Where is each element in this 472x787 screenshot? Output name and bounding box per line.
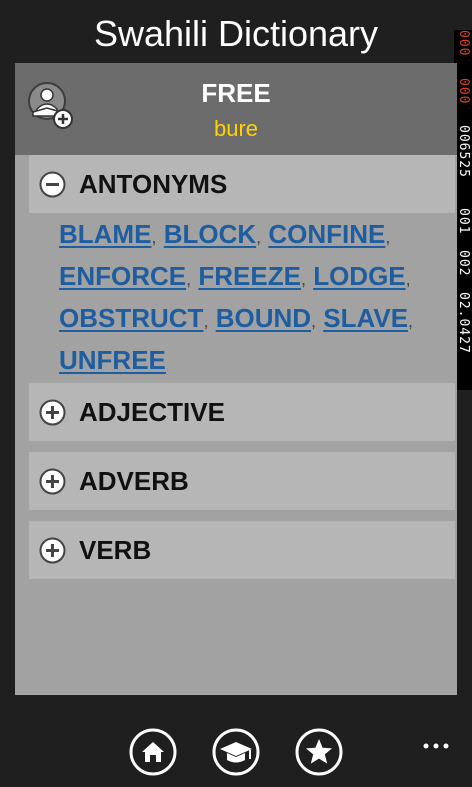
translation: bure — [213, 116, 259, 141]
headword: FREE — [201, 78, 271, 108]
section-verb[interactable]: VERB — [29, 521, 455, 579]
more-icon — [423, 743, 449, 749]
more-button[interactable] — [421, 738, 451, 754]
section-label: VERB — [79, 535, 152, 565]
antonym-link[interactable]: LODGE — [313, 261, 405, 291]
collapse-icon — [39, 171, 66, 198]
section-label: ANTONYMS — [79, 169, 228, 199]
home-button[interactable] — [129, 728, 177, 776]
word-header: FREE bure — [15, 63, 457, 155]
star-icon — [295, 728, 343, 776]
home-icon — [129, 728, 177, 776]
section-label: ADJECTIVE — [79, 397, 225, 427]
graduation-cap-icon — [212, 728, 260, 776]
antonym-link[interactable]: SLAVE — [323, 303, 408, 333]
antonym-link[interactable]: UNFREE — [59, 345, 166, 375]
antonym-list: BLAME, BLOCK, CONFINE, ENFORCE, FREEZE, … — [59, 219, 414, 375]
favorites-button[interactable] — [295, 728, 343, 776]
expand-icon — [39, 537, 66, 564]
expand-icon — [39, 468, 66, 495]
antonym-link[interactable]: CONFINE — [268, 219, 385, 249]
antonym-link[interactable]: ENFORCE — [59, 261, 186, 291]
section-antonyms[interactable]: ANTONYMS — [29, 155, 455, 213]
entry-panel: FREE bure ANTONYMS BLAME, BLOCK, CONFINE… — [15, 63, 457, 695]
debug-counter: 000 — [456, 30, 471, 57]
app-bar — [0, 716, 472, 787]
app-title: Swahili Dictionary — [93, 13, 379, 54]
antonym-link[interactable]: OBSTRUCT — [59, 303, 203, 333]
section-adjective[interactable]: ADJECTIVE — [29, 383, 455, 441]
section-adverb[interactable]: ADVERB — [29, 452, 455, 510]
antonym-link[interactable]: BLOCK — [164, 219, 256, 249]
antonym-link[interactable]: FREEZE — [198, 261, 301, 291]
learn-button[interactable] — [212, 728, 260, 776]
antonym-link[interactable]: BOUND — [216, 303, 311, 333]
expand-icon — [39, 399, 66, 426]
antonym-link[interactable]: BLAME — [59, 219, 151, 249]
section-label: ADVERB — [79, 466, 189, 496]
